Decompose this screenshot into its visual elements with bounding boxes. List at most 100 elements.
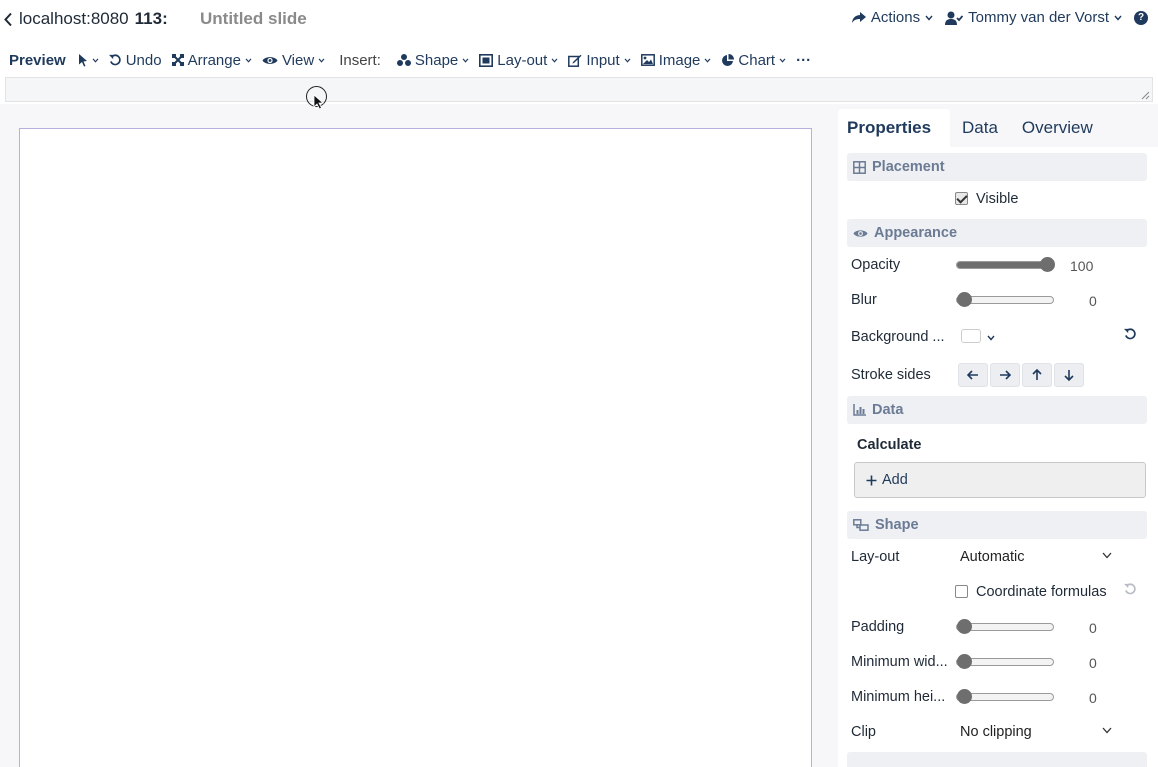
insert-layout-button[interactable]: Lay-out	[479, 52, 558, 69]
plus-icon	[866, 475, 877, 485]
tab-properties[interactable]: Properties	[838, 109, 950, 147]
grid-icon	[853, 160, 866, 174]
slide-canvas[interactable]	[19, 128, 812, 767]
arrow-left-icon	[967, 370, 978, 380]
opacity-value: 100	[1070, 258, 1094, 274]
preview-button[interactable]: Preview	[9, 52, 66, 69]
help-button[interactable]: ?	[1134, 10, 1148, 25]
stroke-left-button[interactable]	[958, 363, 988, 387]
layout-select-value: Automatic	[960, 549, 1025, 565]
min-width-slider[interactable]	[956, 654, 1054, 669]
stroke-bottom-button[interactable]	[1054, 363, 1084, 387]
image-icon	[640, 54, 655, 66]
view-menu-button[interactable]: View	[262, 52, 325, 69]
shapes-icon	[396, 54, 411, 66]
insert-image-button[interactable]: Image	[640, 51, 712, 69]
add-calculation-button[interactable]: Add	[854, 462, 1146, 498]
opacity-label: Opacity	[851, 257, 901, 273]
user-check-icon	[945, 11, 964, 25]
user-menu-button[interactable]: Tommy van der Vorst	[945, 9, 1122, 26]
section-shape[interactable]: Shape	[847, 511, 1147, 539]
calculate-label: Calculate	[857, 437, 922, 453]
opacity-slider[interactable]	[956, 257, 1055, 272]
min-height-slider[interactable]	[956, 689, 1054, 704]
back-link[interactable]: localhost:8080 113:	[4, 9, 168, 29]
opacity-slider-knob[interactable]	[1040, 257, 1055, 272]
section-appearance[interactable]: Appearance	[847, 219, 1147, 247]
insert-input-button[interactable]: Input	[568, 51, 631, 69]
panel-body: Placement Visible Appearance Opacity 100…	[838, 147, 1158, 767]
chevron-left-icon	[4, 12, 12, 26]
blur-slider[interactable]	[956, 292, 1054, 307]
eye-icon	[262, 56, 278, 64]
chevron-down-icon	[318, 57, 325, 63]
stroke-right-button[interactable]	[990, 363, 1020, 387]
image-label: Image	[658, 51, 701, 69]
edit-icon	[568, 54, 582, 67]
min-height-value: 0	[1089, 690, 1097, 706]
chevron-down-icon	[704, 57, 711, 63]
eye-icon	[853, 229, 868, 237]
arrow-right-icon	[1000, 370, 1011, 380]
properties-panel: Properties Data Overview Placement Visib…	[838, 104, 1158, 767]
chevron-down-icon	[1114, 15, 1122, 21]
min-width-value: 0	[1089, 655, 1097, 671]
arrange-icon	[171, 54, 184, 66]
section-next-partial[interactable]	[847, 752, 1147, 767]
padding-slider-knob[interactable]	[957, 619, 972, 634]
section-placement-title: Placement	[872, 159, 945, 175]
tab-data[interactable]: Data	[950, 109, 1010, 147]
select-tool-button[interactable]	[78, 53, 99, 67]
layout-select[interactable]: Automatic	[960, 549, 1112, 565]
background-color-swatch[interactable]	[961, 329, 981, 343]
coordinate-formulas-label: Coordinate formulas	[976, 584, 1107, 600]
section-appearance-title: Appearance	[874, 225, 958, 241]
clip-select[interactable]: No clipping	[960, 724, 1112, 740]
header-bar: localhost:8080 113: Untitled slide Actio…	[0, 0, 1158, 40]
min-height-slider-knob[interactable]	[957, 689, 972, 704]
arrange-menu-button[interactable]: Arrange	[171, 51, 252, 69]
visible-checkbox[interactable]	[955, 192, 968, 205]
stroke-sides-buttons	[958, 363, 1084, 387]
chevron-down-icon	[925, 15, 933, 21]
chart-label: Chart	[738, 51, 776, 69]
section-placement[interactable]: Placement	[847, 153, 1147, 181]
coordinate-formulas-checkbox[interactable]	[955, 585, 968, 598]
tab-overview[interactable]: Overview	[1010, 109, 1105, 147]
undo-button[interactable]: Undo	[108, 52, 162, 69]
padding-slider[interactable]	[956, 619, 1054, 634]
blur-value: 0	[1089, 293, 1097, 309]
chevron-down-icon	[551, 57, 558, 63]
section-shape-title: Shape	[875, 517, 919, 533]
visible-label: Visible	[976, 191, 1019, 207]
clip-label: Clip	[851, 724, 876, 740]
insert-shape-button[interactable]: Shape	[396, 52, 469, 69]
canvas-area	[0, 104, 838, 767]
resize-grip-icon[interactable]	[1141, 91, 1150, 100]
section-data[interactable]: Data	[847, 396, 1147, 424]
insert-chart-button[interactable]: Chart	[721, 52, 786, 69]
stroke-sides-label: Stroke sides	[851, 367, 931, 383]
reset-icon[interactable]	[1124, 583, 1137, 596]
input-label: Input	[586, 51, 620, 69]
chevron-down-icon	[1102, 727, 1112, 734]
arrange-label: Arrange	[187, 51, 241, 69]
layout-label: Lay-out	[497, 51, 548, 69]
panel-tabs: Properties Data Overview	[838, 109, 1158, 147]
pie-chart-icon	[722, 53, 735, 66]
formula-bar[interactable]	[5, 77, 1153, 102]
actions-menu-button[interactable]: Actions	[851, 9, 933, 26]
min-width-label: Minimum wid...	[851, 654, 948, 670]
layout-icon	[479, 53, 494, 67]
stroke-top-button[interactable]	[1022, 363, 1052, 387]
padding-label: Padding	[851, 619, 905, 635]
undo-icon	[108, 53, 121, 65]
doc-title[interactable]: Untitled slide	[200, 9, 307, 29]
min-width-slider-knob[interactable]	[957, 654, 972, 669]
chevron-down-icon[interactable]	[987, 335, 995, 341]
reset-icon[interactable]	[1124, 328, 1137, 341]
chevron-down-icon	[779, 57, 786, 63]
blur-slider-knob[interactable]	[957, 292, 972, 307]
more-button[interactable]: ···	[796, 52, 811, 69]
doc-number: 113:	[134, 9, 168, 28]
